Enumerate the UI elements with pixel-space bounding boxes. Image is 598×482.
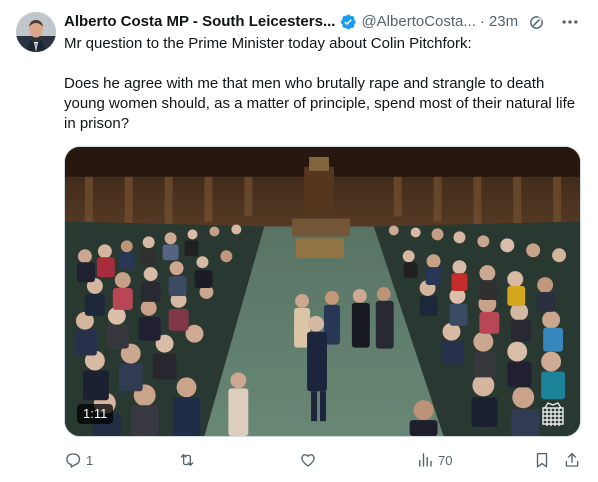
repost-button[interactable] [178, 450, 200, 470]
separator-dot: · [479, 13, 485, 30]
video-player[interactable]: 1:11 [64, 146, 581, 437]
portcullis-icon [542, 402, 564, 426]
like-button[interactable] [299, 450, 321, 470]
avatar-image [16, 12, 56, 52]
reply-icon [66, 453, 81, 468]
tweet-actions: 1 70 [64, 450, 584, 470]
author-handle[interactable]: @AlbertoCosta... [361, 12, 475, 32]
author-display-name[interactable]: Alberto Costa MP - South Leicesters... [64, 12, 335, 32]
heart-icon [301, 454, 315, 467]
tweet-header: Alberto Costa MP - South Leicesters... @… [64, 12, 584, 32]
tweet[interactable]: Alberto Costa MP - South Leicesters... @… [0, 0, 598, 482]
share-button[interactable] [563, 450, 581, 470]
repost-icon [180, 454, 194, 466]
tweet-text-line: Mr question to the Prime Minister today … [64, 35, 472, 52]
share-icon [565, 452, 579, 467]
views-count: 70 [438, 452, 453, 468]
video-duration: 1:11 [77, 404, 114, 424]
verified-badge-icon[interactable] [339, 13, 357, 31]
tweet-text-line: Does he agree with me that men who bruta… [64, 75, 576, 132]
bookmark-icon [536, 452, 548, 468]
avatar[interactable] [16, 12, 56, 52]
video-thumbnail [65, 147, 580, 436]
views-button[interactable]: 70 [416, 450, 452, 470]
views-chart-icon [419, 453, 432, 467]
tweet-timestamp[interactable]: 23m [489, 12, 518, 32]
bookmark-button[interactable] [533, 450, 551, 470]
more-options-icon[interactable] [560, 12, 580, 32]
edit-history-icon[interactable] [528, 14, 545, 31]
reply-button[interactable]: 1 [64, 450, 93, 470]
reply-count: 1 [86, 452, 94, 468]
tweet-text: Mr question to the Prime Minister today … [64, 34, 579, 134]
